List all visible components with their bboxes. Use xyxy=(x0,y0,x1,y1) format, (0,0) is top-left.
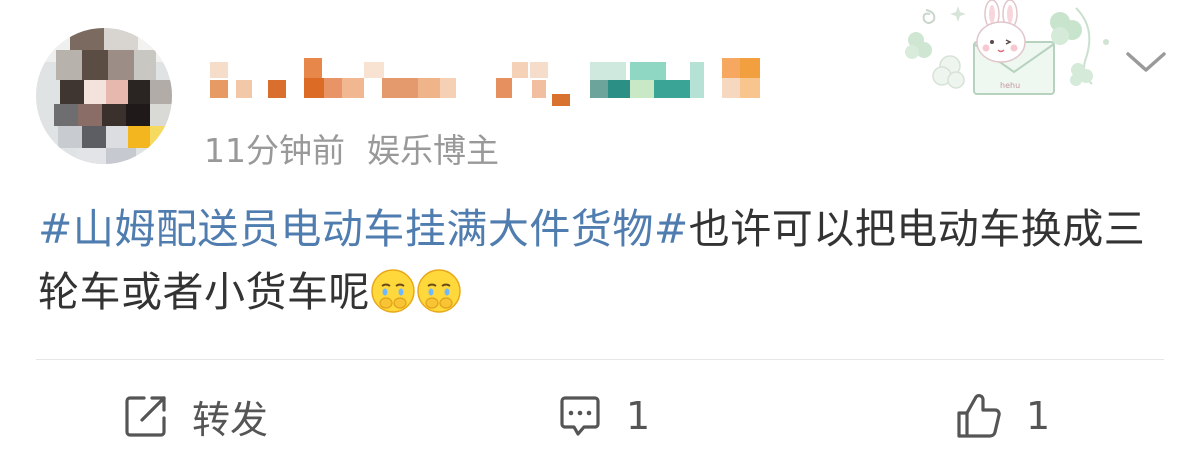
author-tag: 娱乐博主 xyxy=(367,131,499,170)
username-mosaic xyxy=(210,58,760,106)
like-button[interactable]: 1 xyxy=(954,384,1050,448)
bunny-envelope-sticker: hehu xyxy=(905,0,1109,95)
post-meta: 11分钟前 娱乐博主 xyxy=(204,124,499,172)
repost-icon xyxy=(125,396,166,437)
post-time: 11分钟前 xyxy=(204,131,345,170)
avatar[interactable] xyxy=(36,28,172,164)
hashtag-link[interactable]: #山姆配送员电动车挂满大件货物# xyxy=(38,205,689,253)
card-decoration-sticker: hehu xyxy=(900,0,1120,108)
post-body: #山姆配送员电动车挂满大件货物#也许可以把电动车换成三轮车或者小货车呢 xyxy=(38,198,1168,324)
crying-face-emoji xyxy=(417,269,461,313)
thumbs-up-icon xyxy=(957,394,1001,438)
repost-button[interactable]: 转发 xyxy=(122,384,268,448)
divider xyxy=(36,359,1164,360)
comment-button[interactable]: 1 xyxy=(556,384,650,448)
crying-face-emoji xyxy=(371,269,415,313)
comment-count: 1 xyxy=(626,394,651,438)
like-count: 1 xyxy=(1026,394,1051,438)
more-options-chevron-icon[interactable] xyxy=(1122,46,1170,78)
avatar-blurred-image xyxy=(36,28,172,164)
sticker-text: hehu xyxy=(1000,81,1020,90)
username-blurred[interactable] xyxy=(206,54,766,108)
repost-label: 转发 xyxy=(192,397,269,442)
comment-icon xyxy=(560,396,600,436)
